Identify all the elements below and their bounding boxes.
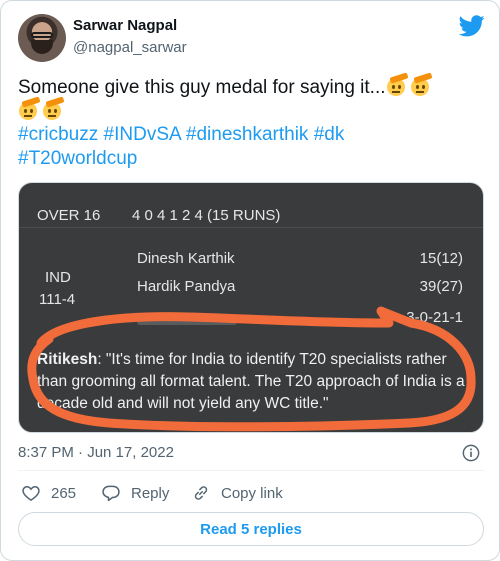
reply-label: Reply bbox=[131, 484, 170, 502]
highlight-scribble bbox=[27, 306, 476, 432]
heart-icon bbox=[22, 485, 40, 501]
avatar-beard bbox=[31, 40, 53, 54]
like-button[interactable]: 265 bbox=[21, 482, 76, 504]
tweet-main-text: Someone give this guy medal for saying i… bbox=[18, 77, 386, 98]
tweet-line-4: #T20worldcup bbox=[18, 147, 484, 171]
tweet-media-image[interactable]: OVER 16 4 0 4 1 2 4 (15 RUNS) IND 111-4 … bbox=[18, 182, 484, 433]
hashtag-t20worldcup[interactable]: #T20worldcup bbox=[18, 148, 137, 169]
author-name[interactable]: Sarwar Nagpal bbox=[73, 17, 177, 34]
tweet-timestamp[interactable]: 8:37 PM · Jun 17, 2022 bbox=[18, 444, 174, 461]
hashtag-dk[interactable]: #dk bbox=[314, 124, 345, 145]
link-icon bbox=[194, 486, 208, 500]
saluting-face-icon bbox=[42, 96, 65, 121]
tweet-text: Someone give this guy medal for saying i… bbox=[18, 72, 484, 171]
avatar-glasses bbox=[31, 32, 53, 38]
author-handle[interactable]: @nagpal_sarwar bbox=[73, 39, 187, 56]
tweet-line-3: #cricbuzz #INDvSA #dineshkarthik #dk bbox=[18, 123, 484, 147]
saluting-face-icon bbox=[18, 96, 41, 121]
info-icon[interactable] bbox=[462, 444, 480, 462]
divider bbox=[18, 470, 484, 471]
hashtag-indvsa[interactable]: #INDvSA bbox=[104, 124, 181, 145]
copy-link-label: Copy link bbox=[221, 484, 283, 502]
tweet-card: Sarwar Nagpal @nagpal_sarwar Someone giv… bbox=[0, 0, 500, 561]
hashtag-dineshkarthik[interactable]: #dineshkarthik bbox=[186, 124, 309, 145]
read-replies-button[interactable]: Read 5 replies bbox=[18, 512, 484, 546]
copy-link-button[interactable]: Copy link bbox=[191, 482, 283, 504]
tweet-line-2 bbox=[18, 96, 484, 123]
saluting-face-icon bbox=[386, 72, 409, 97]
hashtag-cricbuzz[interactable]: #cricbuzz bbox=[18, 124, 98, 145]
twitter-bird-icon[interactable] bbox=[459, 15, 485, 37]
tweet-line-1: Someone give this guy medal for saying i… bbox=[18, 72, 484, 99]
scribble-stroke bbox=[27, 306, 476, 432]
like-count: 265 bbox=[51, 484, 77, 502]
reply-button[interactable]: Reply bbox=[101, 482, 169, 504]
avatar[interactable] bbox=[18, 14, 66, 62]
reply-bubble-icon bbox=[102, 485, 120, 502]
saluting-face-icon bbox=[410, 72, 433, 97]
